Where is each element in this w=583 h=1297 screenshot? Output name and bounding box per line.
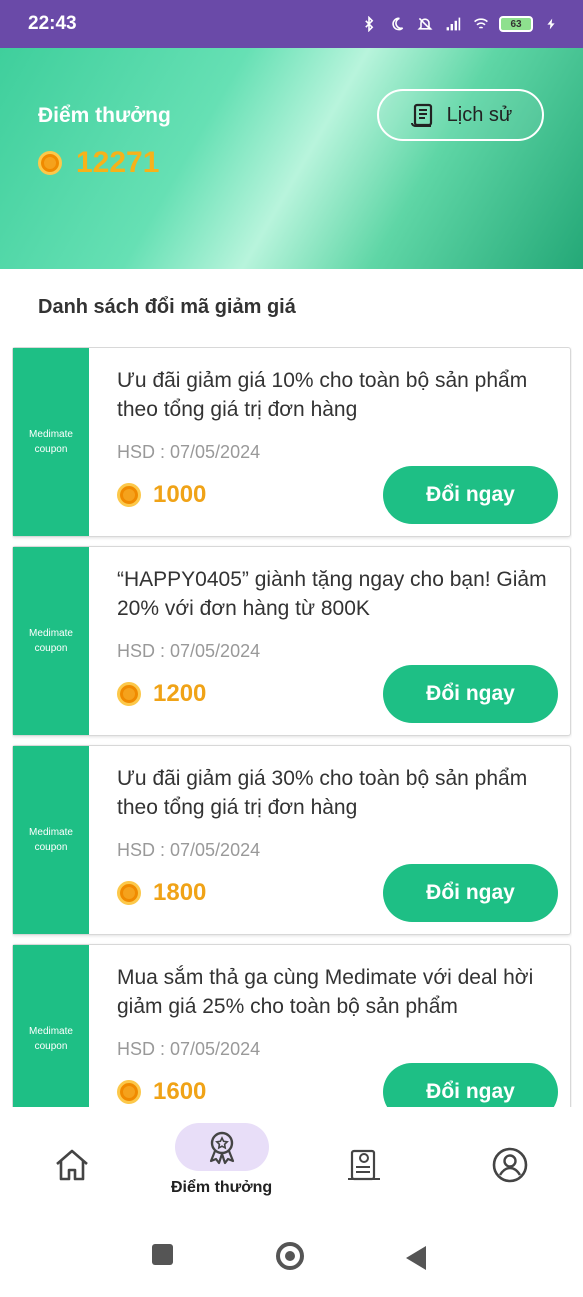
redeem-button[interactable]: Đổi ngay: [383, 864, 558, 922]
back-button[interactable]: [406, 1246, 426, 1270]
coin-icon: [117, 682, 141, 706]
nav-rewards-label: Điểm thưởng: [171, 1179, 273, 1196]
status-bar: 22:43 63: [0, 0, 583, 48]
coupon-expiry: HSD : 07/05/2024: [117, 641, 261, 661]
coupon-price-value: 1000: [153, 481, 207, 508]
coupon-expiry: HSD : 07/05/2024: [117, 1039, 261, 1059]
coupon-tag-label: coupon: [34, 1041, 68, 1052]
coupon-price: 1800: [117, 879, 206, 907]
coupon-body: Ưu đãi giảm giá 10% cho toàn bộ sản phẩm…: [89, 348, 570, 536]
coupon-tag: Medimate coupon: [13, 945, 89, 1107]
coupon-list[interactable]: Medimate coupon Ưu đãi giảm giá 10% cho …: [12, 347, 572, 1107]
coin-icon: [117, 1080, 141, 1104]
coupon-expiry: HSD : 07/05/2024: [117, 442, 261, 462]
coupon-description: Mua sắm thả ga cùng Medimate với deal hờ…: [117, 966, 534, 1018]
bluetooth-icon: [359, 14, 379, 34]
points-header: Điểm thưởng 12271 Lịch sử: [0, 48, 583, 269]
coupon-price: 1200: [117, 680, 206, 708]
battery-icon: 63: [499, 16, 533, 32]
coupon-tag-label: coupon: [34, 444, 68, 455]
redeem-button[interactable]: Đổi ngay: [383, 466, 558, 524]
coupon-price: 1600: [117, 1078, 206, 1106]
home-icon: [56, 1149, 88, 1181]
coupon-card: Medimate coupon “HAPPY0405” giành tặng n…: [12, 546, 571, 736]
coin-icon: [117, 881, 141, 905]
coupon-price-value: 1200: [153, 680, 207, 707]
coupon-brand: Medimate: [29, 827, 73, 838]
coin-icon: [38, 151, 62, 175]
home-button[interactable]: [276, 1242, 304, 1270]
coupon-brand: Medimate: [29, 429, 73, 440]
redeem-button[interactable]: Đổi ngay: [383, 665, 558, 723]
nav-rewards[interactable]: Điểm thưởng: [171, 1123, 272, 1197]
coin-icon: [117, 483, 141, 507]
coupon-expiry: HSD : 07/05/2024: [117, 840, 261, 860]
system-nav-bar: [0, 1214, 583, 1297]
coupon-card: Medimate coupon Ưu đãi giảm giá 10% cho …: [12, 347, 571, 537]
points-value: 12271: [76, 146, 160, 179]
recent-apps-button[interactable]: [152, 1244, 173, 1265]
scroll-icon: [410, 103, 432, 127]
coupon-card: Medimate coupon Ưu đãi giảm giá 30% cho …: [12, 745, 571, 935]
coupon-brand: Medimate: [29, 628, 73, 639]
coupon-price: 1000: [117, 481, 206, 509]
bell-off-icon: [415, 14, 435, 34]
rewards-icon: [209, 1131, 234, 1165]
coupon-price-value: 1600: [153, 1078, 207, 1105]
nav-profile[interactable]: [490, 1145, 530, 1185]
coupon-tag: Medimate coupon: [13, 746, 89, 934]
coupon-tag-label: coupon: [34, 842, 68, 853]
bottom-nav: Điểm thưởng: [0, 1107, 583, 1214]
charging-icon: [541, 14, 561, 34]
nav-orders[interactable]: [344, 1145, 384, 1185]
coupon-description: “HAPPY0405” giành tặng ngay cho bạn! Giả…: [117, 568, 547, 620]
coupon-body: Mua sắm thả ga cùng Medimate với deal hờ…: [89, 945, 570, 1107]
points-balance: 12271: [38, 146, 159, 180]
history-button-label: Lịch sử: [446, 103, 513, 126]
coupon-body: Ưu đãi giảm giá 30% cho toàn bộ sản phẩm…: [89, 746, 570, 934]
section-title: Danh sách đổi mã giảm giá: [38, 296, 296, 318]
profile-icon: [492, 1147, 528, 1183]
history-button[interactable]: Lịch sử: [377, 89, 544, 141]
orders-icon: [348, 1149, 380, 1181]
status-icons: 63: [359, 14, 561, 34]
coupon-brand: Medimate: [29, 1026, 73, 1037]
coupon-tag-label: coupon: [34, 643, 68, 654]
coupon-description: Ưu đãi giảm giá 10% cho toàn bộ sản phẩm…: [117, 369, 528, 421]
status-time: 22:43: [28, 13, 77, 34]
signal-icon: [443, 14, 463, 34]
moon-icon: [387, 14, 407, 34]
coupon-body: “HAPPY0405” giành tặng ngay cho bạn! Giả…: [89, 547, 570, 735]
coupon-card: Medimate coupon Mua sắm thả ga cùng Medi…: [12, 944, 571, 1107]
page-title: Điểm thưởng: [38, 104, 171, 127]
wifi-icon: [471, 14, 491, 34]
coupon-price-value: 1800: [153, 879, 207, 906]
coupon-tag: Medimate coupon: [13, 547, 89, 735]
nav-rewards-pill: [174, 1123, 269, 1171]
coupon-tag: Medimate coupon: [13, 348, 89, 536]
coupon-description: Ưu đãi giảm giá 30% cho toàn bộ sản phẩm…: [117, 767, 528, 819]
nav-home[interactable]: [52, 1145, 92, 1185]
redeem-button[interactable]: Đổi ngay: [383, 1063, 558, 1107]
